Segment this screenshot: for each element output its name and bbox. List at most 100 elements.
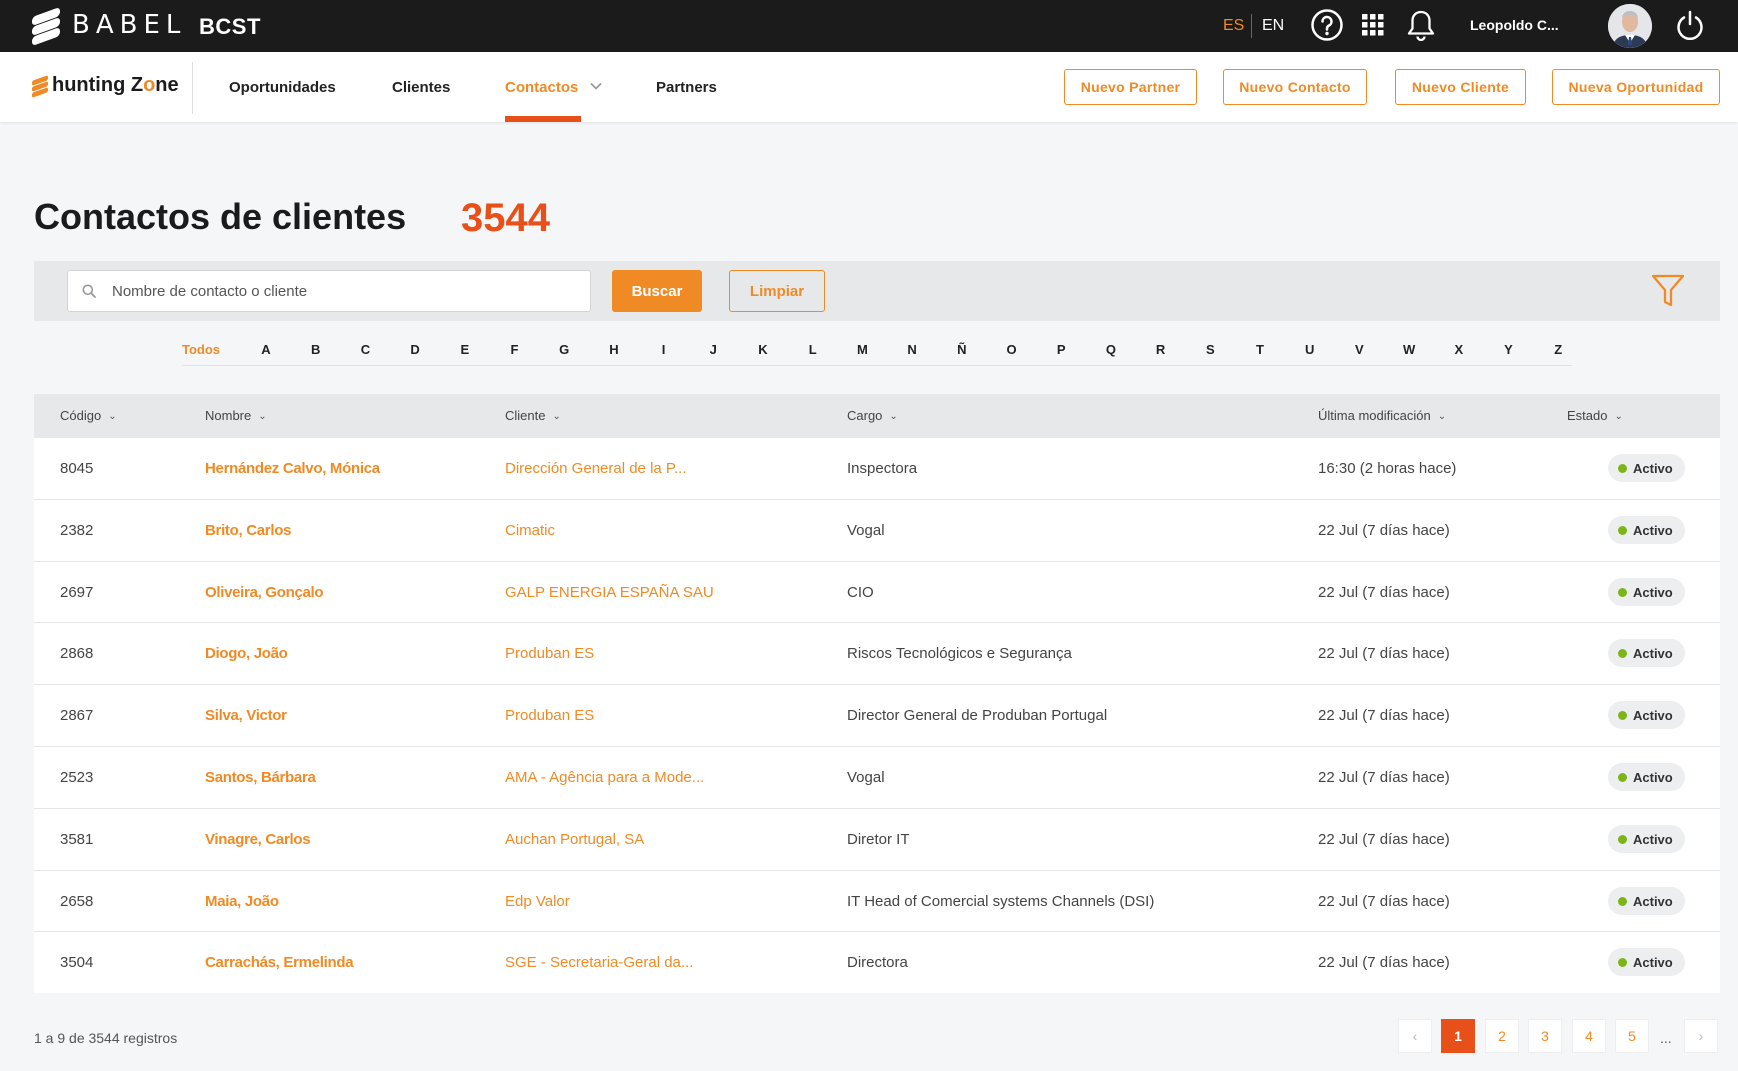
alphabet-letter[interactable]: S	[1198, 342, 1222, 357]
alphabet-letter[interactable]: Z	[1546, 342, 1570, 357]
alphabet-letter[interactable]: Ñ	[950, 342, 974, 357]
cell-codigo: 2697	[60, 583, 94, 601]
column-header-codigo[interactable]: Código ⌄	[60, 408, 117, 423]
pagination-prev[interactable]: ‹	[1398, 1019, 1432, 1053]
column-header-estado[interactable]: Estado ⌄	[1567, 408, 1623, 423]
cell-cliente-link[interactable]: Dirección General de la P...	[505, 460, 687, 477]
table-row[interactable]: 8045 Hernández Calvo, Mónica Dirección Gen…	[34, 437, 1720, 499]
hunting-zone-logo-mark	[32, 74, 48, 98]
alphabet-letter[interactable]: O	[1000, 342, 1024, 357]
table-row[interactable]: 2867 Silva, Victor Produban ES Director Gen…	[34, 684, 1720, 746]
user-name[interactable]: Leopoldo C...	[1470, 17, 1559, 33]
alphabet-letter[interactable]: N	[900, 342, 924, 357]
column-header-cliente[interactable]: Cliente ⌄	[505, 408, 561, 423]
alphabet-letter[interactable]: Q	[1099, 342, 1123, 357]
contacts-count: 3544	[461, 196, 550, 240]
pagination-page-2[interactable]: 2	[1485, 1019, 1519, 1053]
alphabet-letter[interactable]: I	[652, 342, 676, 357]
alphabet-letter[interactable]: J	[701, 342, 725, 357]
cell-cargo: CIO	[847, 583, 874, 601]
table-row[interactable]: 2523 Santos, Bárbara AMA - Agência para a …	[34, 745, 1720, 808]
alphabet-letter[interactable]: C	[353, 342, 377, 357]
alphabet-letter[interactable]: R	[1149, 342, 1173, 357]
cell-nombre-link[interactable]: Brito, Carlos	[205, 522, 291, 539]
cell-nombre-link[interactable]: Silva, Victor	[205, 707, 287, 724]
nav-oportunidades[interactable]: Oportunidades	[229, 79, 336, 96]
cell-nombre-link[interactable]: Santos, Bárbara	[205, 769, 316, 786]
help-icon[interactable]	[1310, 8, 1344, 47]
lang-es[interactable]: ES	[1223, 17, 1244, 35]
cell-cliente-link[interactable]: SGE - Secretaria-Geral da...	[505, 954, 693, 971]
cell-cliente-link[interactable]: Cimatic	[505, 522, 555, 539]
new-contact-button[interactable]: Nuevo Contacto	[1223, 69, 1367, 105]
cell-nombre-link[interactable]: Maia, João	[205, 893, 279, 910]
column-header-nombre[interactable]: Nombre ⌄	[205, 408, 267, 423]
cell-cliente-link[interactable]: Edp Valor	[505, 893, 570, 910]
alphabet-letter[interactable]: D	[403, 342, 427, 357]
table-row[interactable]: 3581 Vinagre, Carlos Auchan Portugal, SA Di…	[34, 807, 1720, 870]
alphabet-letter[interactable]: P	[1049, 342, 1073, 357]
alphabet-letter[interactable]: Y	[1497, 342, 1521, 357]
alphabet-letter[interactable]: L	[801, 342, 825, 357]
alphabet-letter[interactable]: B	[304, 342, 328, 357]
table-row[interactable]: 2868 Diogo, João Produban ES Riscos Tecnoló…	[34, 622, 1720, 684]
cell-ultima-modificacion: 22 Jul (7 días hace)	[1318, 768, 1450, 786]
cell-codigo: 2523	[60, 768, 94, 786]
filter-funnel-icon[interactable]	[1651, 273, 1685, 314]
status-badge: Activo	[1608, 515, 1685, 544]
cell-nombre-link[interactable]: Hernández Calvo, Mónica	[205, 460, 380, 477]
nav-clientes[interactable]: Clientes	[392, 79, 450, 96]
user-avatar[interactable]	[1608, 4, 1652, 48]
nav-partners[interactable]: Partners	[656, 79, 717, 96]
search-button[interactable]: Buscar	[612, 270, 702, 312]
column-header-ultima-modificacion[interactable]: Última modificación ⌄	[1318, 408, 1446, 423]
search-input[interactable]	[112, 271, 582, 311]
cell-cliente-link[interactable]: Produban ES	[505, 645, 594, 662]
table-row[interactable]: 2697 Oliveira, Gonçalo GALP ENERGIA ESPAÑA…	[34, 560, 1720, 623]
alphabet-letter[interactable]: F	[503, 342, 527, 357]
cell-nombre-link[interactable]: Oliveira, Gonçalo	[205, 584, 324, 601]
alphabet-letter[interactable]: K	[751, 342, 775, 357]
cell-nombre-link[interactable]: Carrachás, Ermelinda	[205, 954, 354, 971]
pagination-page-5[interactable]: 5	[1615, 1019, 1649, 1053]
hunting-zone-logo[interactable]: hunting Zone	[32, 74, 179, 98]
cell-nombre-link[interactable]: Diogo, João	[205, 645, 288, 662]
alphabet-letter[interactable]: A	[254, 342, 278, 357]
alphabet-letter[interactable]: X	[1447, 342, 1471, 357]
cell-cliente-link[interactable]: GALP ENERGIA ESPAÑA SAU	[505, 584, 714, 601]
sort-chevron-icon: ⌄	[1437, 411, 1447, 422]
table-row[interactable]: 2382 Brito, Carlos Cimatic Vogal 22 Jul (7 d…	[34, 498, 1720, 561]
notifications-bell-icon[interactable]	[1406, 9, 1436, 46]
table-row[interactable]: 2658 Maia, João Edp Valor IT Head of Comerc…	[34, 869, 1720, 932]
sort-chevron-icon: ⌄	[552, 411, 561, 422]
new-opportunity-button[interactable]: Nueva Oportunidad	[1552, 69, 1720, 105]
alphabet-letter[interactable]: G	[552, 342, 576, 357]
cell-cliente-link[interactable]: AMA - Agência para a Mode...	[505, 769, 704, 786]
alphabet-letter[interactable]: W	[1397, 342, 1421, 357]
nav-contactos[interactable]: Contactos	[505, 79, 603, 96]
lang-en[interactable]: EN	[1262, 17, 1284, 35]
pagination-page-4[interactable]: 4	[1572, 1019, 1606, 1053]
alphabet-letter[interactable]: H	[602, 342, 626, 357]
alphabet-letter[interactable]: T	[1248, 342, 1272, 357]
table-row[interactable]: 3504 Carrachás, Ermelinda SGE - Secretaria…	[34, 931, 1720, 993]
alphabet-letter[interactable]: U	[1298, 342, 1322, 357]
pagination-next[interactable]: ›	[1684, 1019, 1718, 1053]
babel-logo[interactable]: BABEL	[32, 6, 186, 47]
cell-cliente-link[interactable]: Produban ES	[505, 707, 594, 724]
pagination-page-3[interactable]: 3	[1528, 1019, 1562, 1053]
cell-nombre-link[interactable]: Vinagre, Carlos	[205, 831, 311, 848]
new-client-button[interactable]: Nuevo Cliente	[1395, 69, 1526, 105]
new-partner-button[interactable]: Nuevo Partner	[1064, 69, 1197, 105]
column-header-cargo[interactable]: Cargo ⌄	[847, 408, 898, 423]
alphabet-letter[interactable]: V	[1347, 342, 1371, 357]
alphabet-letter[interactable]: E	[453, 342, 477, 357]
pagination-page-1[interactable]: 1	[1441, 1019, 1475, 1053]
alphabet-letter[interactable]: M	[850, 342, 874, 357]
power-logout-icon[interactable]	[1674, 9, 1706, 46]
alphabet-filter-all[interactable]: Todos	[182, 342, 220, 357]
clear-button[interactable]: Limpiar	[729, 270, 825, 312]
search-box[interactable]	[67, 270, 591, 312]
apps-grid-icon[interactable]	[1362, 14, 1384, 41]
cell-cliente-link[interactable]: Auchan Portugal, SA	[505, 831, 644, 848]
